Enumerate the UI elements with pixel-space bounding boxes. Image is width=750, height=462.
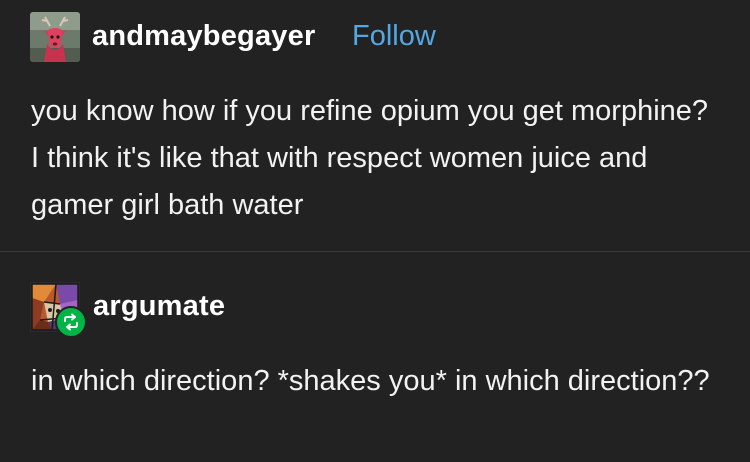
post-username[interactable]: andmaybegayer [92,19,315,53]
avatar-andmaybegayer[interactable] [30,12,80,62]
reblog-body: in which direction? *shakes you* in whic… [31,365,710,397]
reblog-badge [55,306,87,338]
reblog-username[interactable]: argumate [93,289,225,323]
follow-button[interactable]: Follow [352,19,436,53]
reblog-post [0,252,750,462]
reblog-icon [64,313,78,331]
original-post: andmaybegayer Follow you know how if you… [0,0,750,251]
post-body: you know how if you refine opium you get… [31,95,709,221]
